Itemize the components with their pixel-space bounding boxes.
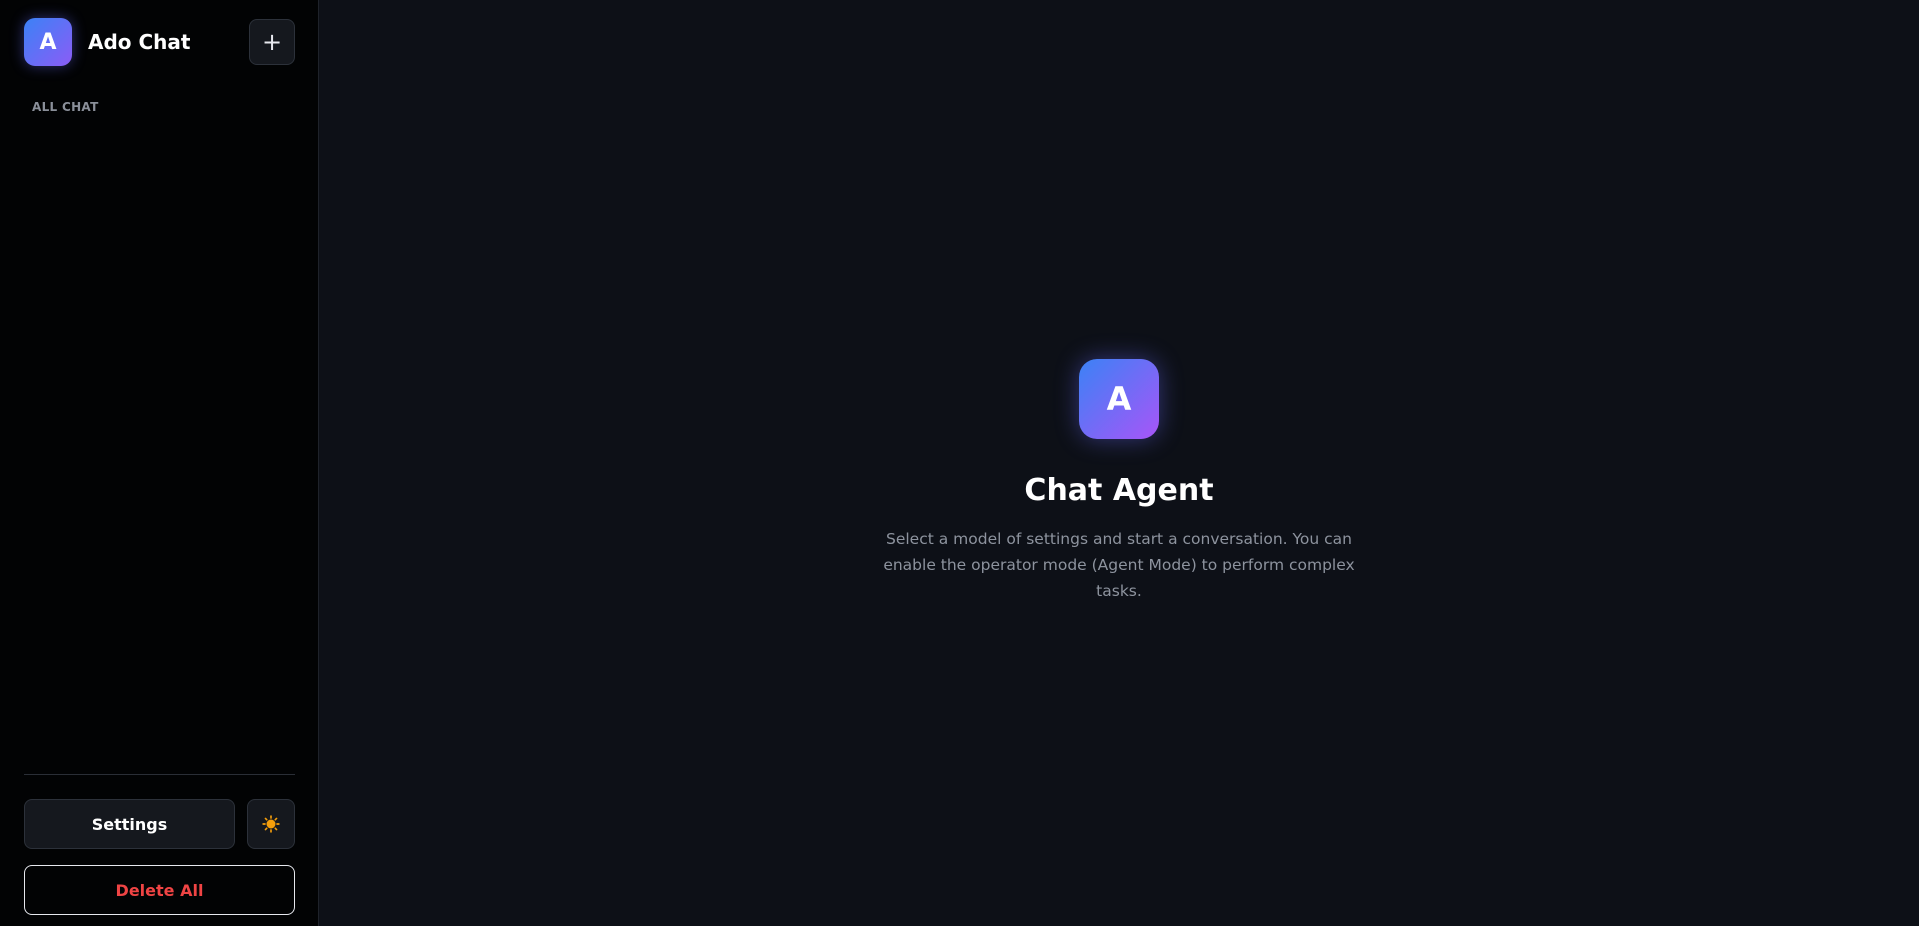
sun-icon	[262, 815, 280, 833]
app-logo: A	[24, 18, 72, 66]
welcome-screen: A Chat Agent Select a model of settings …	[319, 359, 1919, 604]
chat-list	[24, 125, 295, 765]
chat-list-heading: ALL CHAT	[32, 100, 99, 114]
sidebar: A Ado Chat + ALL CHAT Settings Delete Al…	[0, 0, 319, 926]
sidebar-divider	[24, 774, 295, 775]
welcome-description: Select a model of settings and start a c…	[883, 530, 1355, 600]
main-panel: A Chat Agent Select a model of settings …	[319, 0, 1919, 926]
new-chat-button[interactable]: +	[249, 19, 295, 65]
app-name: Ado Chat	[88, 30, 191, 54]
welcome-logo: A	[1079, 359, 1159, 439]
app-root: A Ado Chat + ALL CHAT Settings Delete Al…	[0, 0, 1919, 926]
welcome-title: Chat Agent	[1024, 473, 1214, 508]
theme-toggle-button[interactable]	[247, 799, 295, 849]
settings-button[interactable]: Settings	[24, 799, 235, 849]
delete-all-button[interactable]: Delete All	[24, 865, 295, 915]
plus-icon: +	[261, 28, 283, 56]
brand: A Ado Chat	[24, 18, 190, 66]
